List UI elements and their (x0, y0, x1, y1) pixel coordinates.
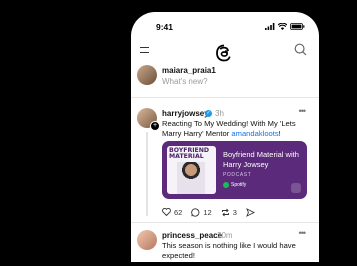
comment-icon (191, 207, 200, 217)
follow-plus-icon[interactable]: + (150, 121, 160, 131)
status-icons (265, 23, 305, 30)
comment-button[interactable]: 12 (191, 207, 212, 217)
verified-check-icon: ✓ (205, 110, 212, 117)
signal-icon (265, 23, 275, 30)
spotify-brand: Spotify (223, 182, 246, 188)
post-mention[interactable]: amandakloots (231, 129, 278, 138)
thread-line (146, 132, 148, 216)
like-count: 62 (174, 207, 183, 217)
divider (131, 222, 319, 223)
spotify-icon (223, 182, 229, 188)
threads-logo-icon[interactable] (215, 44, 233, 62)
compose-avatar (137, 65, 157, 85)
podcast-cover: BOYFRIEND MATERIAL (167, 146, 216, 194)
post-author[interactable]: princess_peace (162, 231, 222, 240)
thread-post[interactable]: princess_peace 20m ••• This season is no… (137, 228, 319, 262)
podcast-title: Boyfriend Material with Harry Jowsey (223, 150, 299, 169)
search-icon[interactable] (294, 43, 307, 56)
send-icon (246, 207, 255, 217)
compose-username: maiara_praia1 (162, 66, 216, 75)
podcast-label: PODCAST (223, 172, 252, 178)
share-button[interactable] (246, 207, 255, 217)
status-bar: 9:41 (131, 12, 319, 36)
battery-icon (290, 23, 305, 30)
like-button[interactable]: 62 (162, 208, 182, 217)
more-options-icon[interactable]: ••• (299, 228, 307, 238)
card-save-button[interactable] (291, 183, 301, 193)
divider (131, 97, 319, 98)
author-avatar[interactable] (137, 230, 157, 250)
thread-post[interactable]: + harryjowsey ✓ 3h ••• Reacting To My We… (137, 106, 319, 220)
more-options-icon[interactable]: ••• (299, 106, 307, 116)
compose-box[interactable]: maiara_praia1 What's new? (137, 64, 315, 94)
cover-person-image (177, 162, 205, 194)
status-time: 9:41 (156, 22, 174, 32)
cover-title: BOYFRIEND MATERIAL (169, 147, 210, 161)
heart-icon (162, 208, 171, 216)
podcast-card[interactable]: BOYFRIEND MATERIAL Boyfriend Material wi… (162, 141, 307, 199)
wifi-icon (278, 23, 287, 30)
post-text: Reacting To My Wedding! With My 'Lets Ma… (162, 119, 314, 139)
repost-button[interactable]: 3 (221, 208, 237, 217)
repost-count: 3 (232, 207, 237, 217)
repost-icon (221, 208, 229, 216)
app-screen: 9:41 maiara_praia1 What's new? + harryjo… (131, 12, 319, 262)
spotify-label: Spotify (231, 182, 247, 188)
app-header (131, 38, 319, 62)
post-actions: 62 12 3 (162, 206, 312, 218)
menu-icon[interactable] (140, 47, 149, 53)
post-age: 3h (215, 109, 224, 118)
post-text: This season is nothing like I would have… (162, 241, 296, 260)
post-age: 20m (217, 231, 233, 240)
comment-count: 12 (203, 207, 212, 217)
compose-placeholder[interactable]: What's new? (162, 77, 208, 86)
post-text-end: ! (278, 129, 281, 138)
post-author[interactable]: harryjowsey (162, 109, 209, 118)
